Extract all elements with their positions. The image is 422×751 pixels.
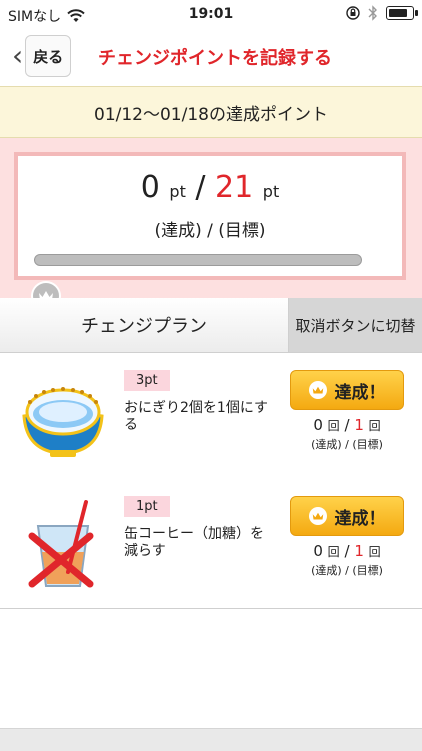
toggle-cancel-button[interactable]: 取消ボタンに切替: [289, 298, 422, 352]
achieved-unit: pt: [169, 182, 186, 201]
achieve-button[interactable]: 達成！: [290, 370, 404, 410]
plan-description: 缶コーヒー（加糖）を減らす: [124, 526, 264, 559]
nav-bar: ‹ 戻る チェンジポイントを記録する: [0, 28, 422, 84]
crown-icon: [308, 507, 327, 525]
achieved-count: 0: [313, 416, 323, 434]
count-unit: 回: [368, 545, 381, 559]
target-points: 21: [215, 170, 254, 205]
status-right: [346, 5, 418, 21]
count-caption: (達成) / (目標): [311, 438, 383, 451]
target-count: 1: [354, 416, 364, 434]
point-badge: 1pt: [124, 496, 170, 517]
back-button[interactable]: ‹ 戻る: [12, 35, 80, 77]
plan-item: 3pt おにぎり2個を1個にする 達成！ 0 回 / 1 回 (達成) / (目…: [0, 356, 422, 483]
target-count: 1: [354, 542, 364, 560]
achievement-count: 0 回 / 1 回: [313, 416, 381, 434]
points-progress-bar: [34, 254, 362, 266]
achievement-count: 0 回 / 1 回: [313, 542, 381, 560]
achieve-button[interactable]: 達成！: [290, 496, 404, 536]
back-button-label: 戻る: [25, 35, 72, 77]
bottom-strip: [0, 728, 422, 751]
period-header: 01/12〜01/18の達成ポイント: [0, 86, 422, 138]
target-unit: pt: [262, 182, 280, 201]
status-bar: SIMなし 19:01: [0, 0, 422, 28]
plan-tabs: チェンジプラン 取消ボタンに切替: [0, 298, 422, 353]
count-unit: 回: [327, 419, 340, 433]
tab-change-plan[interactable]: チェンジプラン: [0, 298, 289, 352]
points-line: 0 pt / 21 pt: [18, 170, 402, 205]
achieve-button-label: 達成！: [334, 382, 386, 403]
count-unit: 回: [327, 545, 340, 559]
plan-description: おにぎり2個を1個にする: [124, 400, 268, 433]
page-title: チェンジポイントを記録する: [98, 48, 332, 69]
points-card: 0 pt / 21 pt (達成) / (目標): [14, 152, 406, 280]
plan-item: 1pt 缶コーヒー（加糖）を減らす 達成！ 0 回 / 1 回 (達成) / (…: [0, 482, 422, 609]
achieved-points: 0: [140, 170, 160, 205]
chevron-left-icon: ‹: [12, 39, 24, 72]
rice-bowl-icon: [22, 387, 104, 457]
crown-icon: [308, 381, 327, 399]
rotation-lock-icon: [346, 6, 360, 20]
count-caption: (達成) / (目標): [311, 564, 383, 577]
achieve-button-label: 達成！: [334, 508, 386, 529]
battery-icon: [386, 6, 418, 20]
count-unit: 回: [368, 419, 381, 433]
no-sweet-drink-icon: [28, 500, 94, 588]
point-badge: 3pt: [124, 370, 170, 391]
points-caption: (達成) / (目標): [154, 221, 266, 241]
bluetooth-icon: [368, 5, 377, 21]
points-summary: 0 pt / 21 pt (達成) / (目標): [0, 138, 422, 300]
achieved-count: 0: [313, 542, 323, 560]
points-separator: /: [195, 170, 206, 205]
